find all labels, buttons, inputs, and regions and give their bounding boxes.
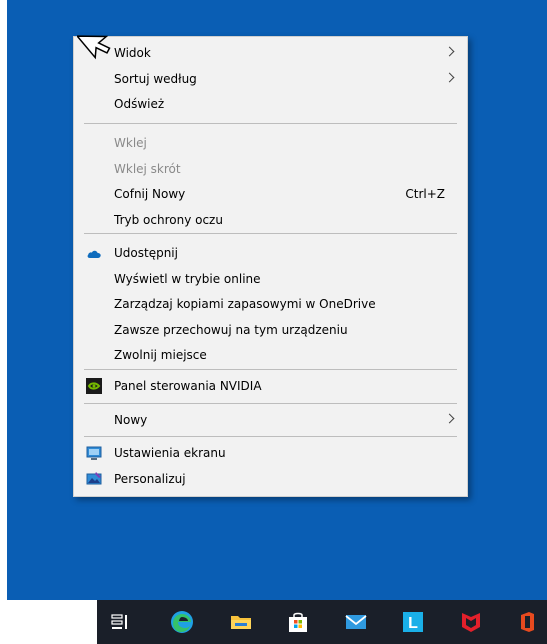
menu-item-refresh[interactable]: Odśwież: [74, 91, 467, 117]
menu-item-label: Personalizuj: [114, 472, 186, 486]
menu-item-view[interactable]: Widok: [74, 40, 467, 66]
menu-separator: [84, 369, 457, 370]
menu-item-label: Nowy: [114, 413, 148, 427]
menu-item-label: Widok: [114, 46, 151, 60]
microsoft-store-icon[interactable]: [286, 610, 310, 634]
menu-item-share[interactable]: Udostępnij: [74, 240, 467, 266]
menu-separator: [84, 436, 457, 437]
edge-browser-icon[interactable]: [170, 610, 194, 634]
menu-item-personalize[interactable]: Personalizuj: [74, 466, 467, 492]
task-view-icon[interactable]: [108, 610, 132, 634]
menu-item-label: Wklej skrót: [114, 162, 181, 176]
chevron-right-icon: [444, 72, 455, 83]
nvidia-icon: [86, 378, 102, 394]
context-menu: Widok Sortuj według Odśwież Wklej Wklej …: [73, 36, 468, 497]
menu-item-free-space[interactable]: Zwolnij miejsce: [74, 342, 467, 368]
mail-icon[interactable]: [344, 610, 368, 634]
menu-item-label: Panel sterowania NVIDIA: [114, 379, 262, 393]
menu-item-label: Sortuj według: [114, 72, 197, 86]
onedrive-cloud-icon: [86, 245, 102, 261]
menu-item-label: Tryb ochrony oczu: [114, 213, 223, 227]
office-icon[interactable]: [515, 610, 539, 634]
menu-item-nvidia[interactable]: Panel sterowania NVIDIA: [74, 373, 467, 399]
chevron-right-icon: [444, 46, 455, 57]
menu-item-sort[interactable]: Sortuj według: [74, 66, 467, 92]
menu-item-label: Ustawienia ekranu: [114, 446, 226, 460]
menu-item-always-keep[interactable]: Zawsze przechowuj na tym urządzeniu: [74, 317, 467, 343]
launcher-letter: L: [408, 615, 418, 632]
display-settings-icon: [86, 445, 102, 461]
taskbar-app-area: L: [97, 600, 547, 644]
shortcut-text: Ctrl+Z: [405, 187, 445, 201]
taskbar: L: [0, 600, 547, 644]
file-explorer-icon[interactable]: [229, 610, 253, 634]
mcafee-icon[interactable]: [459, 610, 483, 634]
launcher-app-icon[interactable]: L: [401, 610, 425, 634]
menu-separator: [84, 403, 457, 404]
menu-item-new[interactable]: Nowy: [74, 407, 467, 433]
mouse-pointer-icon: [77, 35, 111, 60]
menu-item-label: Zawsze przechowuj na tym urządzeniu: [114, 323, 348, 337]
menu-item-view-online[interactable]: Wyświetl w trybie online: [74, 266, 467, 292]
menu-separator: [84, 123, 457, 124]
menu-item-undo[interactable]: Cofnij Nowy Ctrl+Z: [74, 181, 467, 207]
menu-item-label: Udostępnij: [114, 246, 178, 260]
menu-item-label: Wklej: [114, 136, 147, 150]
menu-item-paste-shortcut[interactable]: Wklej skrót: [74, 156, 467, 182]
menu-item-label: Cofnij Nowy: [114, 187, 186, 201]
menu-item-paste[interactable]: Wklej: [74, 130, 467, 156]
menu-item-label: Wyświetl w trybie online: [114, 272, 261, 286]
menu-item-manage-backups[interactable]: Zarządzaj kopiami zapasowymi w OneDrive: [74, 291, 467, 317]
menu-item-label: Zwolnij miejsce: [114, 348, 207, 362]
menu-item-label: Odśwież: [114, 97, 165, 111]
personalize-icon: [86, 471, 102, 487]
menu-item-eye-protection[interactable]: Tryb ochrony oczu: [74, 207, 467, 233]
menu-item-display-settings[interactable]: Ustawienia ekranu: [74, 440, 467, 466]
chevron-right-icon: [444, 413, 455, 424]
menu-separator: [84, 233, 457, 234]
menu-item-label: Zarządzaj kopiami zapasowymi w OneDrive: [114, 297, 376, 311]
